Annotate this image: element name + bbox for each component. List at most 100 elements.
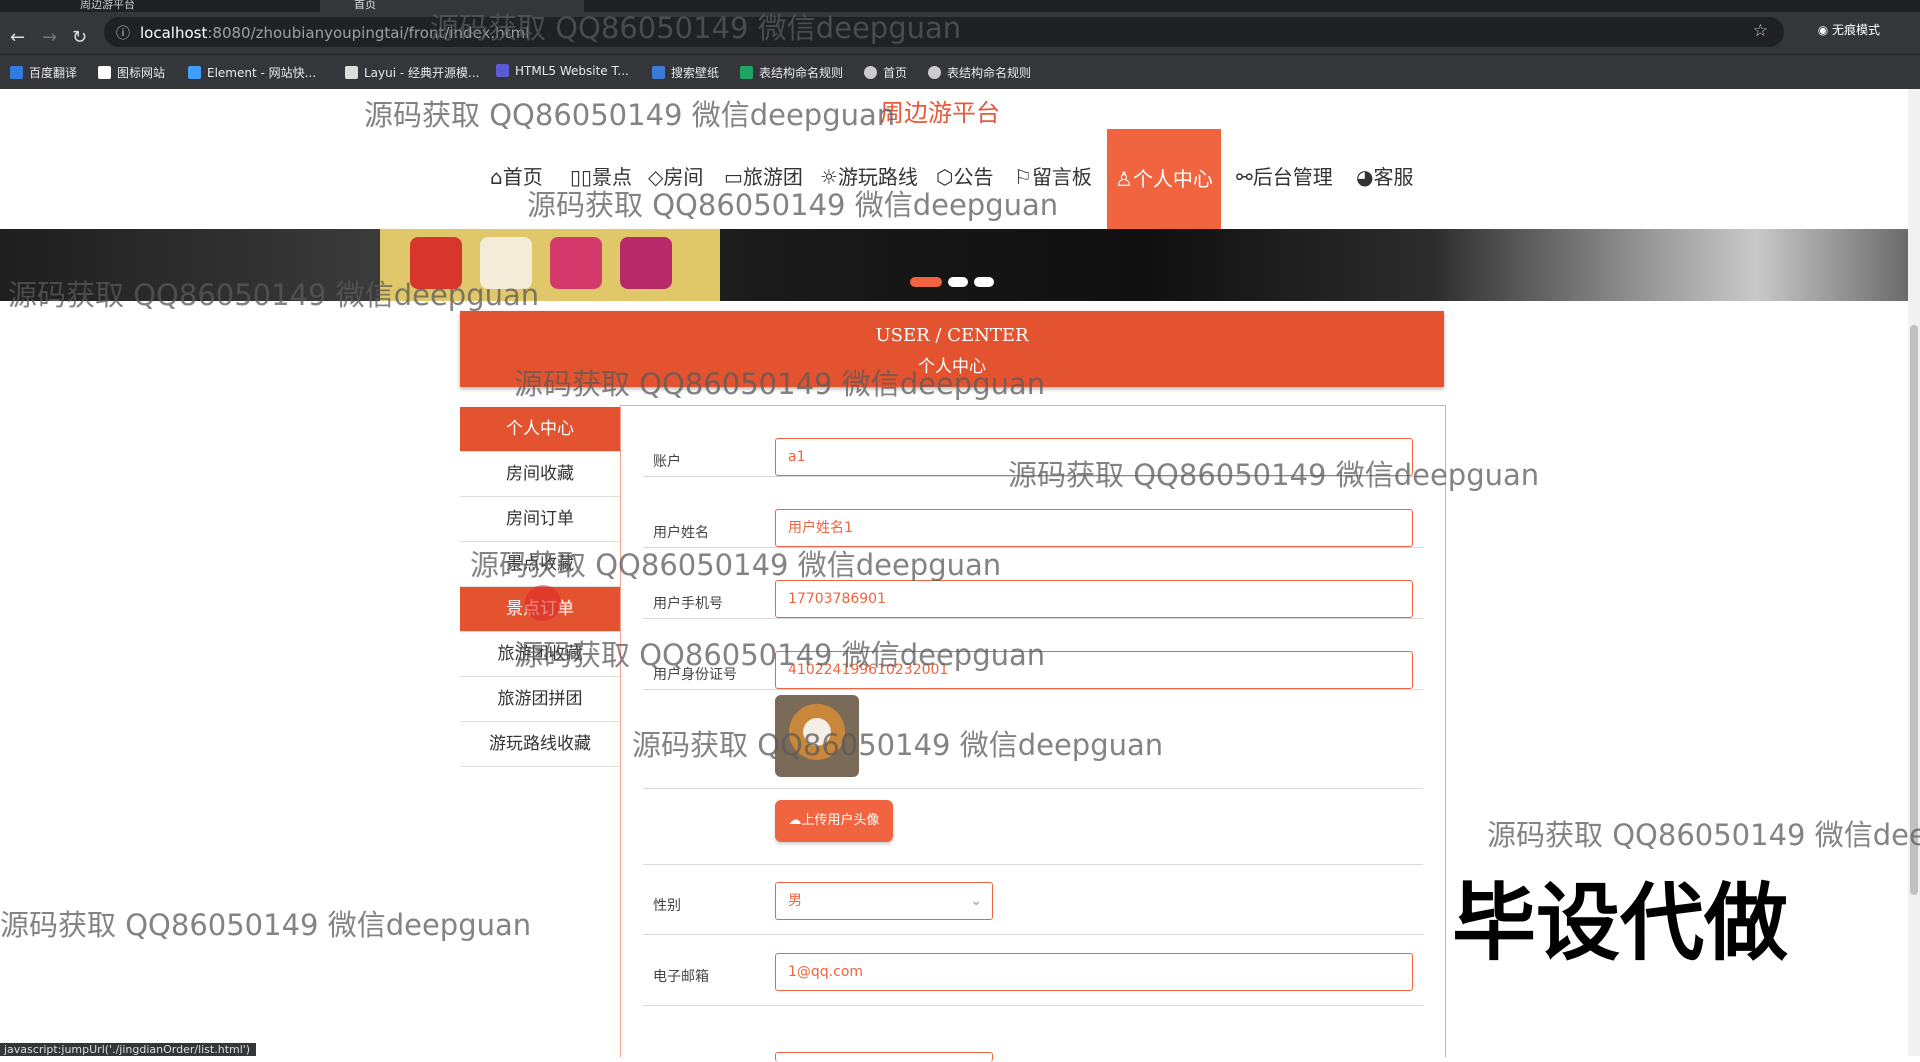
scenic-icon: ▯▯ [570,165,593,189]
bookmark[interactable]: 搜索壁纸 [652,64,719,81]
phone-input[interactable]: 17703786901 [775,580,1413,618]
side-item-route-favorites[interactable]: 游玩路线收藏 [460,722,620,767]
name-label: 用户姓名 [653,525,709,541]
bookmark-label: HTML5 Website T... [515,64,629,78]
browser-tab-active[interactable]: 首页 [320,0,584,12]
nav-scenic[interactable]: ▯▯景点 [570,161,632,190]
bookmark[interactable]: Layui - 经典开源模... [345,64,479,81]
next-field-partial[interactable] [775,1052,993,1062]
form-row-phone: 用户手机号 17703786901 [643,547,1423,619]
info-icon: ⓘ [116,26,130,42]
bookmark-label: 图标网站 [117,66,166,80]
upload-avatar-button[interactable]: ☁上传用户头像 [775,800,893,842]
forward-icon[interactable]: → [42,27,57,48]
incognito-label: 无痕模式 [1831,23,1880,37]
nav-label: 首页 [502,165,543,189]
bookmark-label: 表结构命名规则 [759,66,844,80]
form-row-gender: 性别 男 ⌄ [643,864,1423,935]
idcard-input[interactable]: 410224199610232001 [775,651,1413,689]
bookmark[interactable]: Element - 网站快... [188,64,316,81]
big-watermark: 毕设代做 [1452,874,1789,972]
heading-zh: 个人中心 [918,357,986,377]
nav-routes[interactable]: ☼游玩路线 [820,161,918,190]
nav-admin[interactable]: ⚯后台管理 [1236,161,1333,190]
gender-select[interactable]: 男 ⌄ [775,882,993,920]
side-item-tour-group-buy[interactable]: 旅游团拼团 [460,677,620,722]
nav-label: 公告 [953,165,994,189]
bookmark[interactable]: 表结构命名规则 [928,64,1031,81]
page-scrollbar[interactable] [1908,89,1920,1056]
form-row-upload: ☁上传用户头像 [643,788,1423,865]
browser-tab[interactable]: 周边游平台 [80,0,310,12]
nav-message-board[interactable]: ⚐留言板 [1014,161,1092,190]
incognito-indicator[interactable]: ◉ 无痕模式 [1818,21,1880,38]
user-icon: ♙ [1115,167,1133,191]
address-bar[interactable]: ⓘ localhost:8080/zhoubianyoupingtai/fron… [104,17,1784,47]
user-center-heading: USER / CENTER 个人中心 [460,311,1444,387]
nav-label: 游玩路线 [837,165,918,189]
carousel-dot[interactable] [948,277,968,287]
watermark-text: 源码获取 QQ86050149 微信deepguan [1487,818,1920,852]
nav-user-center[interactable]: ♙个人中心 [1107,129,1221,229]
profile-form: 账户 a1 用户姓名 用户姓名1 用户手机号 17703786901 用户身份证… [620,405,1446,1062]
side-item-scenic-favorites[interactable]: 景点收藏 [460,542,620,587]
nav-tour-group[interactable]: ▭旅游团 [724,161,803,190]
flag-icon: ⚐ [1014,165,1032,189]
banner-carousel[interactable] [0,229,1908,301]
nav-home[interactable]: ⌂首页 [490,161,543,190]
scrollbar-thumb[interactable] [1910,325,1918,895]
bookmark[interactable]: 首页 [864,64,907,81]
tab-label: 首页 [354,0,376,11]
home-icon: ⌂ [490,165,503,189]
url-path: :8080/zhoubianyoupingtai/front/index.htm… [207,24,530,42]
nav-support[interactable]: ◕客服 [1356,161,1413,190]
tag-icon: ◇ [648,165,664,189]
back-icon[interactable]: ← [10,27,25,48]
bookmark-label: 表结构命名规则 [947,66,1032,80]
name-input[interactable]: 用户姓名1 [775,509,1413,547]
carousel-dot[interactable] [974,277,994,287]
element-icon [188,66,201,79]
nav-label: 景点 [592,165,633,189]
avatar-image [775,695,859,777]
banner-image [380,229,720,301]
bookmark-label: 搜索壁纸 [671,66,720,80]
url-host: localhost [140,24,208,42]
tab-label: 周边游平台 [80,0,135,11]
form-row-email: 电子邮箱 1@qq.com [643,934,1423,1006]
bookmarks-bar: 百度翻译 图标网站 Element - 网站快... Layui - 经典开源模… [0,54,1920,90]
nav-label: 旅游团 [742,165,803,189]
form-row-name: 用户姓名 用户姓名1 [643,476,1423,548]
nav-label: 房间 [663,165,704,189]
bookmark[interactable]: 图标网站 [98,64,165,81]
heading-en: USER / CENTER [875,325,1029,346]
wallpaper-icon [652,66,665,79]
nav-label: 后台管理 [1252,165,1333,189]
main-nav: ⌂首页 ▯▯景点 ◇房间 ▭旅游团 ☼游玩路线 ⬡公告 ⚐留言板 ♙个人中心 ⚯… [0,129,1920,229]
phone-label: 用户手机号 [653,596,723,612]
nav-rooms[interactable]: ◇房间 [648,161,703,190]
layui-icon [345,66,358,79]
carousel-dot-active[interactable] [910,277,942,287]
form-row-avatar [643,689,1423,789]
url-text: localhost:8080/zhoubianyoupingtai/front/… [140,24,529,42]
cube-icon: ⬡ [936,165,954,189]
side-item-room-orders[interactable]: 房间订单 [460,497,620,542]
side-item-user-center[interactable]: 个人中心 [460,407,620,452]
nav-notices[interactable]: ⬡公告 [936,161,993,190]
bookmark[interactable]: 表结构命名规则 [740,64,843,81]
star-icon[interactable]: ☆ [1753,21,1768,41]
flag-icon [98,66,111,79]
account-input[interactable]: a1 [775,438,1413,476]
site-title: 周边游平台 [880,99,1000,127]
bookmark[interactable]: 百度翻译 [10,64,77,81]
cursor-highlight [525,585,561,621]
bookmark-label: Layui - 经典开源模... [364,66,480,80]
form-row-idcard: 用户身份证号 410224199610232001 [643,618,1423,690]
side-item-tour-favorites[interactable]: 旅游团收藏 [460,632,620,677]
bookmark[interactable]: HTML5 Website T... [496,64,629,78]
email-input[interactable]: 1@qq.com [775,953,1413,991]
reload-icon[interactable]: ↻ [72,27,87,48]
browser-tab-strip: 周边游平台 首页 [0,0,1920,12]
side-item-room-favorites[interactable]: 房间收藏 [460,452,620,497]
